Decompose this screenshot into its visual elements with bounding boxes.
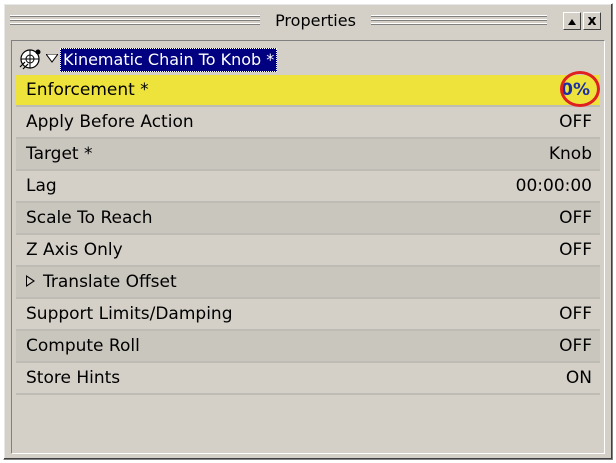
property-row-target[interactable]: Target * Knob <box>16 139 600 171</box>
property-label-text: Translate Offset <box>43 272 177 292</box>
property-label: Support Limits/Damping <box>26 304 233 324</box>
window-title: Properties <box>275 11 356 30</box>
property-label: Target * <box>26 144 93 164</box>
property-label: Scale To Reach <box>26 208 153 228</box>
roll-up-button[interactable] <box>563 12 581 30</box>
chevron-down-icon[interactable] <box>46 54 58 64</box>
chain-name-selected[interactable]: Kinematic Chain To Knob * <box>60 48 278 72</box>
property-label: Store Hints <box>26 368 121 388</box>
title-bar[interactable]: Properties x <box>8 9 608 33</box>
title-grip-right <box>371 15 547 27</box>
chain-header: Kinematic Chain To Knob * <box>16 45 600 73</box>
property-row-lag[interactable]: Lag 00:00:00 <box>16 171 600 203</box>
properties-window: Properties x Kinematic Chain To Knob * E… <box>3 3 613 460</box>
title-grip-left <box>10 15 260 27</box>
property-list: Enforcement * 0% Apply Before Action OFF… <box>16 71 600 395</box>
property-label: Z Axis Only <box>26 240 123 260</box>
property-row-enforcement[interactable]: Enforcement * 0% <box>16 71 600 107</box>
caret-up-icon <box>568 19 576 25</box>
property-value[interactable]: OFF <box>559 235 592 265</box>
property-row-translate-offset[interactable]: Translate Offset <box>16 267 600 299</box>
property-label: Compute Roll <box>26 336 140 356</box>
property-value[interactable]: 00:00:00 <box>516 171 592 201</box>
property-value[interactable]: ON <box>566 363 592 393</box>
property-value[interactable]: Knob <box>549 139 592 169</box>
property-row-scale-to-reach[interactable]: Scale To Reach OFF <box>16 203 600 235</box>
property-row-support-limits[interactable]: Support Limits/Damping OFF <box>16 299 600 331</box>
property-row-z-axis-only[interactable]: Z Axis Only OFF <box>16 235 600 267</box>
property-label: Translate Offset <box>26 267 177 297</box>
properties-panel: Kinematic Chain To Knob * Enforcement * … <box>11 40 605 454</box>
property-value[interactable]: OFF <box>559 299 592 329</box>
property-label: Apply Before Action <box>26 112 194 132</box>
close-button[interactable]: x <box>583 12 601 30</box>
property-value[interactable]: OFF <box>559 107 592 137</box>
property-row-compute-roll[interactable]: Compute Roll OFF <box>16 331 600 363</box>
property-row-store-hints[interactable]: Store Hints ON <box>16 363 600 395</box>
property-label: Lag <box>26 176 57 196</box>
property-label: Enforcement * <box>26 80 149 100</box>
property-value[interactable]: OFF <box>559 203 592 233</box>
annotation-circle <box>560 71 600 107</box>
property-value[interactable]: OFF <box>559 331 592 361</box>
expand-triangle-icon[interactable] <box>26 275 35 287</box>
kinematic-chain-icon <box>19 49 41 70</box>
property-row-apply-before-action[interactable]: Apply Before Action OFF <box>16 107 600 139</box>
